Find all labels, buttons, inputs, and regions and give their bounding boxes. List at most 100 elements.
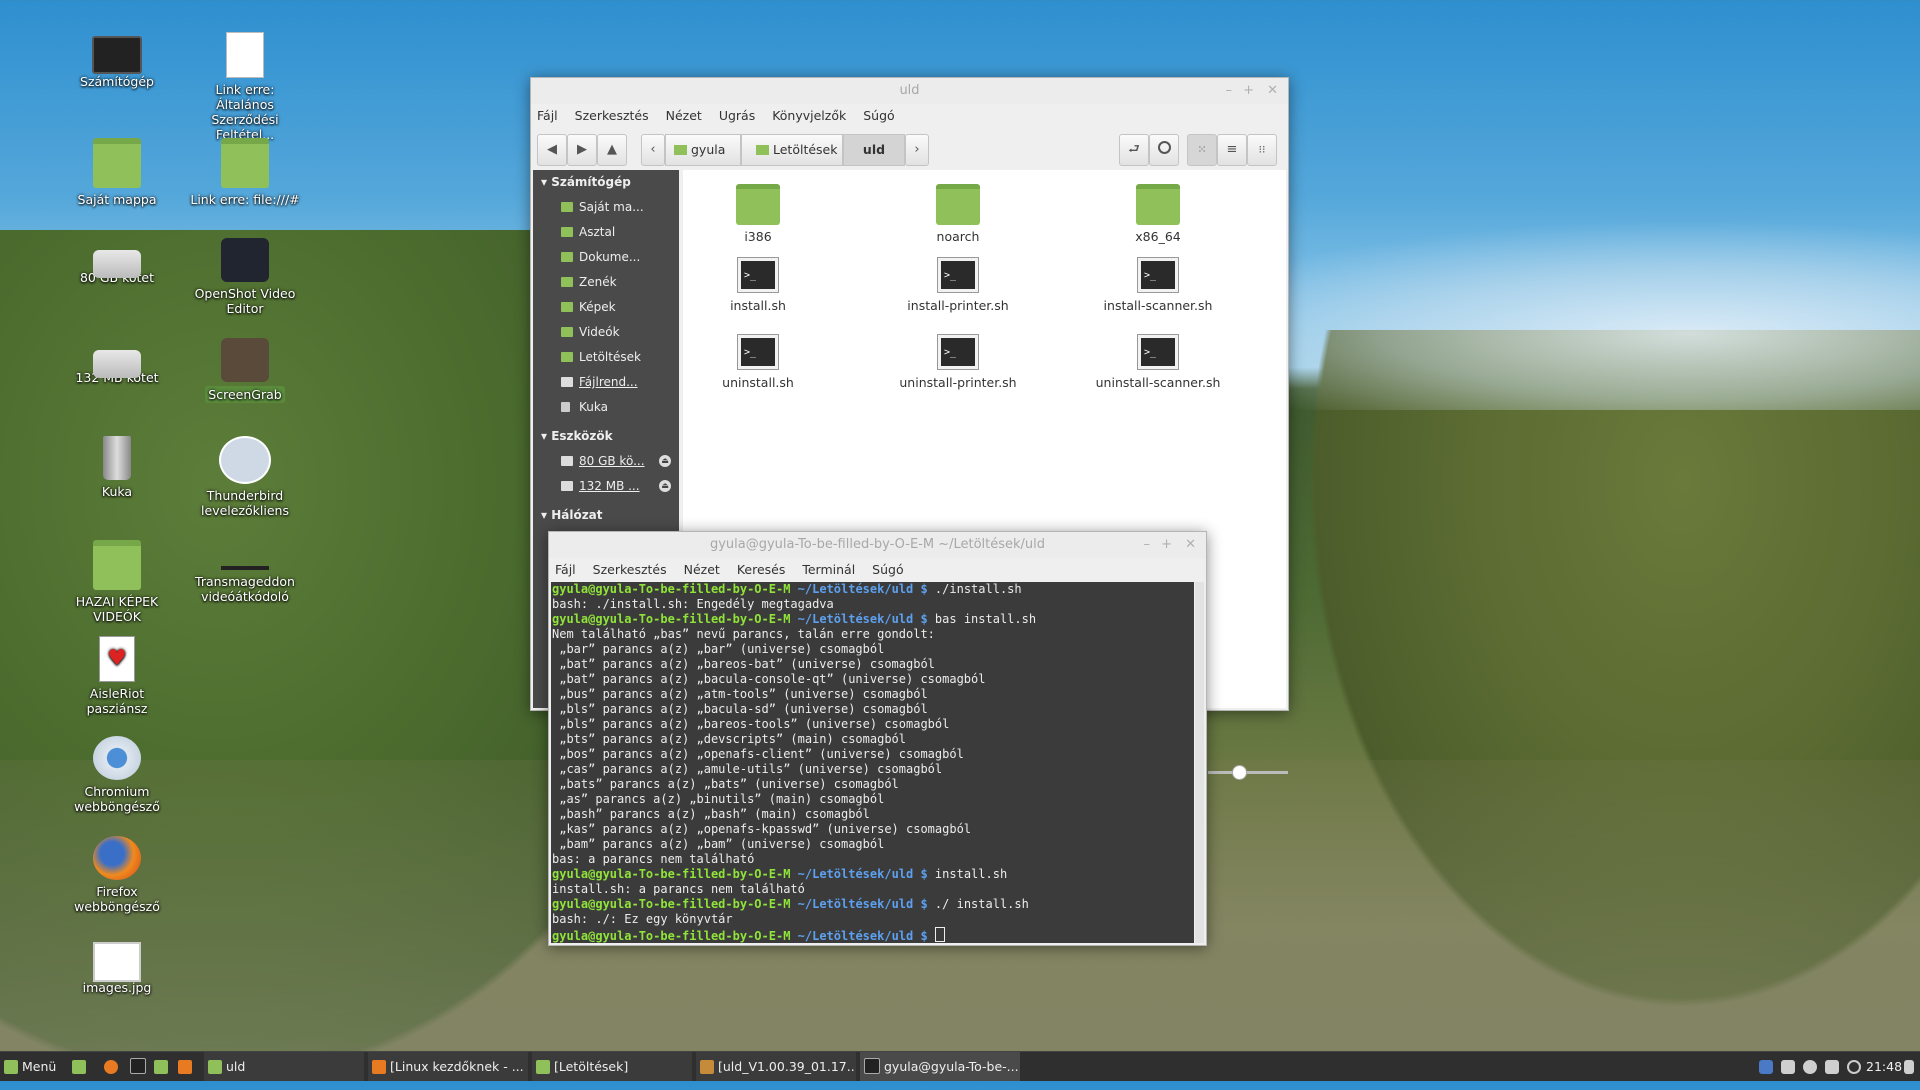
task-linux-kezdoknek[interactable]: [Linux kezdőknek - ... bbox=[368, 1052, 528, 1081]
eject-icon[interactable]: ⏏ bbox=[659, 480, 671, 492]
file-item-install-sh[interactable]: >_ install.sh bbox=[683, 258, 833, 313]
task-uld-archive[interactable]: [uld_V1.00.39_01.17.... bbox=[696, 1052, 856, 1081]
menu-edit[interactable]: Szerkesztés bbox=[575, 108, 649, 123]
icon-view-button[interactable]: ⁙ bbox=[1187, 134, 1217, 166]
sidebar-item-pictures[interactable]: Képek bbox=[533, 295, 679, 320]
clock[interactable]: 21:48 bbox=[1866, 1052, 1902, 1081]
eject-icon[interactable]: ⏏ bbox=[659, 455, 671, 467]
search-button[interactable] bbox=[1149, 134, 1179, 166]
sidebar-item-trash[interactable]: Kuka bbox=[533, 395, 679, 420]
terminal-icon bbox=[130, 1058, 146, 1074]
sidebar-item-desktop[interactable]: Asztal bbox=[533, 220, 679, 245]
terminal-launcher[interactable] bbox=[130, 1052, 150, 1081]
user-icon[interactable] bbox=[1803, 1060, 1817, 1074]
maximize-button[interactable]: + bbox=[1161, 532, 1172, 558]
menu-edit[interactable]: Szerkesztés bbox=[593, 562, 667, 577]
desktop-icon-link-terms[interactable]: Link erre: Általános Szerződési Feltétel… bbox=[190, 32, 300, 142]
command-text: ./ install.sh bbox=[927, 897, 1029, 911]
menu-bookmarks[interactable]: Könyvjelzők bbox=[772, 108, 846, 123]
sidebar-item-videos[interactable]: Videók bbox=[533, 320, 679, 345]
file-item-x86-64[interactable]: x86_64 bbox=[1083, 184, 1233, 244]
menu-help[interactable]: Súgó bbox=[872, 562, 903, 577]
desktop-icon-132mb[interactable]: 132 MB kötet bbox=[62, 338, 172, 385]
maximize-button[interactable]: + bbox=[1243, 78, 1254, 104]
desktop-icon-link-file[interactable]: Link erre: file:///# bbox=[190, 138, 300, 207]
desktop-icon-computer[interactable]: Számítógép bbox=[62, 32, 172, 89]
menu-view[interactable]: Nézet bbox=[684, 562, 720, 577]
brightness-icon[interactable] bbox=[1847, 1060, 1861, 1074]
breadcrumb-next-button[interactable]: › bbox=[905, 134, 929, 166]
file-item-uninstall-scanner-sh[interactable]: >_ uninstall-scanner.sh bbox=[1083, 335, 1233, 390]
pen-icon[interactable] bbox=[1825, 1060, 1839, 1074]
menu-view[interactable]: Nézet bbox=[666, 108, 702, 123]
sidebar-item-80gb[interactable]: 80 GB kö... ⏏ bbox=[533, 449, 679, 474]
file-manager-titlebar[interactable]: uld – + ✕ bbox=[531, 78, 1288, 104]
terminal-output[interactable]: gyula@gyula-To-be-filled-by-O-E-M ~/Letö… bbox=[551, 582, 1194, 943]
desktop-icon-aisleriot[interactable]: ♥ AisleRiot pasziánsz bbox=[62, 636, 172, 716]
desktop-icon-firefox[interactable]: Firefox webböngésző bbox=[62, 836, 172, 914]
sidebar-item-132mb[interactable]: 132 MB ... ⏏ bbox=[533, 474, 679, 499]
file-item-install-printer-sh[interactable]: >_ install-printer.sh bbox=[883, 258, 1033, 313]
desktop-icon-images-jpg[interactable]: images.jpg bbox=[62, 936, 172, 995]
toggle-location-button[interactable]: ⮐ bbox=[1119, 134, 1149, 166]
menu-go[interactable]: Ugrás bbox=[719, 108, 755, 123]
desktop-icon-chromium[interactable]: Chromium webböngésző bbox=[62, 736, 172, 814]
menu-button[interactable]: Menü bbox=[4, 1052, 64, 1081]
minimize-button[interactable]: – bbox=[1226, 78, 1233, 104]
desktop-icon-thunderbird[interactable]: Thunderbird levelezőkliens bbox=[190, 436, 300, 518]
sidebar-item-downloads[interactable]: Letöltések bbox=[533, 345, 679, 370]
menu-search[interactable]: Keresés bbox=[737, 562, 786, 577]
compact-view-button[interactable]: ⁝⁝ bbox=[1247, 134, 1277, 166]
forward-button[interactable]: ▶ bbox=[567, 134, 597, 166]
up-button[interactable]: ▲ bbox=[597, 134, 627, 166]
menu-help[interactable]: Súgó bbox=[863, 108, 894, 123]
task-terminal[interactable]: gyula@gyula-To-be-... bbox=[860, 1052, 1020, 1081]
file-item-install-scanner-sh[interactable]: >_ install-scanner.sh bbox=[1083, 258, 1233, 313]
file-item-uninstall-printer-sh[interactable]: >_ uninstall-printer.sh bbox=[883, 335, 1033, 390]
terminal-titlebar[interactable]: gyula@gyula-To-be-filled-by-O-E-M ~/Letö… bbox=[549, 532, 1206, 558]
sidebar-section-network[interactable]: ▾ Hálózat bbox=[533, 503, 679, 528]
sidebar-section-devices[interactable]: ▾ Eszközök bbox=[533, 424, 679, 449]
file-item-uninstall-sh[interactable]: >_ uninstall.sh bbox=[683, 335, 833, 390]
desktop-icon-trash[interactable]: Kuka bbox=[62, 436, 172, 499]
breadcrumb-letoltesek[interactable]: Letöltések bbox=[741, 134, 843, 166]
list-view-button[interactable]: ≡ bbox=[1217, 134, 1247, 166]
zoom-slider-handle[interactable] bbox=[1232, 765, 1247, 780]
clipboard-icon[interactable] bbox=[1781, 1060, 1795, 1074]
firefox-launcher-2[interactable] bbox=[178, 1052, 198, 1081]
desktop-icon-80gb[interactable]: 80 GB kötet bbox=[62, 238, 172, 285]
minimize-button[interactable]: – bbox=[1144, 532, 1151, 558]
terminal-scrollbar[interactable] bbox=[1195, 582, 1204, 943]
menu-file[interactable]: Fájl bbox=[537, 108, 558, 123]
breadcrumb-prev-button[interactable]: ‹ bbox=[641, 134, 665, 166]
task-label: [Linux kezdőknek - ... bbox=[390, 1059, 524, 1074]
volume-icon[interactable] bbox=[1904, 1060, 1914, 1074]
menu-terminal[interactable]: Terminál bbox=[802, 562, 855, 577]
shield-icon[interactable] bbox=[1759, 1060, 1773, 1074]
file-item-i386[interactable]: i386 bbox=[683, 184, 833, 244]
sidebar-item-documents[interactable]: Dokume... bbox=[533, 245, 679, 270]
desktop-icon-home[interactable]: Saját mappa bbox=[62, 138, 172, 207]
sidebar-section-computer[interactable]: ▾ Számítógép bbox=[533, 170, 679, 195]
sidebar-item-filesystem[interactable]: Fájlrend... bbox=[533, 370, 679, 395]
firefox-launcher[interactable] bbox=[104, 1052, 124, 1081]
zoom-slider[interactable] bbox=[1208, 765, 1288, 780]
task-letoltesek[interactable]: [Letöltések] bbox=[532, 1052, 692, 1081]
files-launcher[interactable] bbox=[154, 1052, 174, 1081]
sidebar-item-home[interactable]: Saját ma... bbox=[533, 195, 679, 220]
desktop-icon-transmageddon[interactable]: Transmageddon videóátkódoló bbox=[190, 540, 300, 604]
terminal-line: „bam” parancs a(z) „bam” (universe) csom… bbox=[552, 837, 1194, 852]
sidebar-item-music[interactable]: Zenék bbox=[533, 270, 679, 295]
back-button[interactable]: ◀ bbox=[537, 134, 567, 166]
close-button[interactable]: ✕ bbox=[1185, 532, 1196, 558]
show-desktop-launcher[interactable] bbox=[72, 1052, 92, 1081]
file-item-noarch[interactable]: noarch bbox=[883, 184, 1033, 244]
menu-file[interactable]: Fájl bbox=[555, 562, 576, 577]
task-uld[interactable]: uld bbox=[204, 1052, 364, 1081]
desktop-icon-hazai-kepek[interactable]: HAZAI KÉPEK VIDEÓK bbox=[62, 540, 172, 624]
breadcrumb-gyula[interactable]: gyula bbox=[665, 134, 741, 166]
breadcrumb-uld[interactable]: uld bbox=[843, 134, 905, 166]
desktop-icon-openshot[interactable]: OpenShot Video Editor bbox=[190, 238, 300, 316]
close-button[interactable]: ✕ bbox=[1267, 78, 1278, 104]
desktop-icon-screengrab[interactable]: ScreenGrab bbox=[190, 338, 300, 403]
